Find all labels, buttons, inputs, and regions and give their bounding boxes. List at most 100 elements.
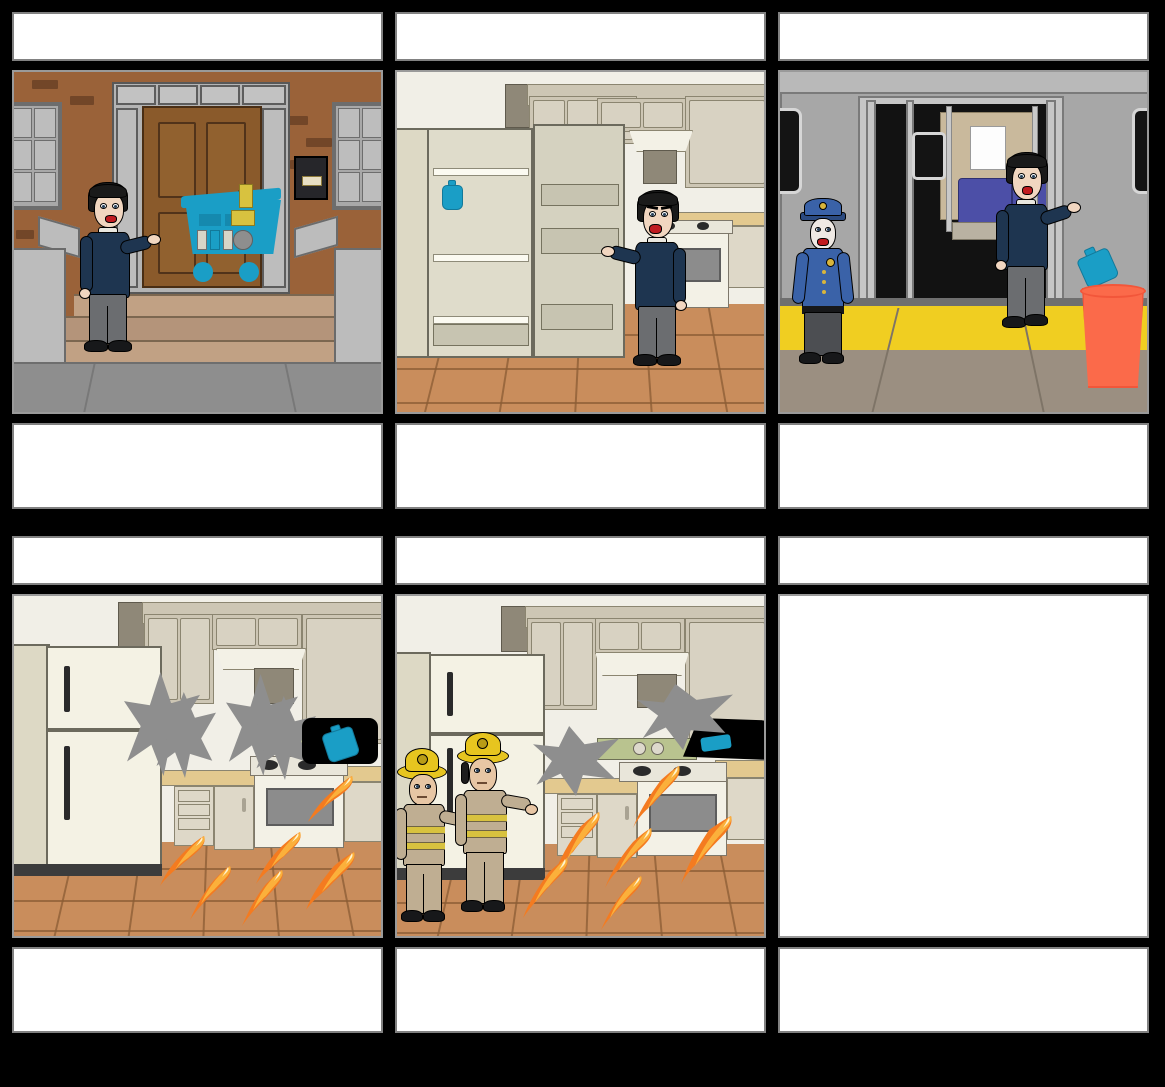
cell-4-panel[interactable] xyxy=(12,594,383,938)
transom-pane xyxy=(116,85,156,105)
scene-burning-kitchen-firefighters xyxy=(397,596,764,936)
fridge-handle-top[interactable] xyxy=(64,666,70,712)
fridge-handle-bottom[interactable] xyxy=(64,746,70,820)
reflective-stripe xyxy=(403,826,445,834)
loony-goony-pouch[interactable] xyxy=(442,180,464,210)
fridge-shelf xyxy=(433,316,529,324)
window-pane xyxy=(362,108,381,138)
trash-can[interactable] xyxy=(1082,288,1144,388)
arm-left xyxy=(80,236,93,292)
character-firefighter-2[interactable] xyxy=(455,730,538,916)
hand-right xyxy=(1067,202,1081,213)
mailbox-label xyxy=(302,176,322,186)
cell-4-caption-box[interactable] xyxy=(12,947,383,1033)
range-hood xyxy=(629,130,693,152)
cell-3-title-box[interactable] xyxy=(778,12,1149,61)
fridge-interior[interactable] xyxy=(427,128,533,358)
cell-2-caption-box[interactable] xyxy=(395,423,766,509)
cell-2-panel[interactable] xyxy=(395,70,766,414)
mouth xyxy=(477,782,487,784)
window-pane xyxy=(338,108,360,138)
drawer[interactable] xyxy=(178,804,210,816)
grocery-jar xyxy=(223,230,233,250)
storyboard-cell-2[interactable] xyxy=(395,12,766,509)
storyboard-cell-4[interactable] xyxy=(12,536,383,1033)
grocery-cereal xyxy=(231,210,255,226)
cabinet-door[interactable] xyxy=(641,622,681,650)
brick xyxy=(70,96,94,105)
pants-seam xyxy=(484,862,486,904)
train-pole xyxy=(946,106,952,232)
stove-knob[interactable] xyxy=(651,742,664,755)
storyboard-cell-3[interactable] xyxy=(778,12,1149,509)
trash-can-rim xyxy=(1080,284,1146,298)
storyboard-cell-1[interactable] xyxy=(12,12,383,509)
cell-5-title-box[interactable] xyxy=(395,536,766,585)
hair-front xyxy=(89,184,127,198)
pants-seam xyxy=(1025,278,1027,320)
cabinet-door[interactable] xyxy=(258,618,298,646)
character-mister-toussaint[interactable] xyxy=(992,152,1081,332)
cell-4-title-box[interactable] xyxy=(12,536,383,585)
hand-right xyxy=(525,804,538,815)
cabinet-door[interactable] xyxy=(563,622,593,706)
mouth xyxy=(1022,186,1033,195)
cell-3-panel[interactable] xyxy=(778,70,1149,414)
cell-1-caption-box[interactable] xyxy=(12,423,383,509)
floor-tile-line xyxy=(397,932,764,934)
cabinet-door[interactable] xyxy=(599,622,639,650)
fridge-door-open[interactable] xyxy=(533,124,625,358)
cabinet-door[interactable] xyxy=(689,100,764,184)
character-police-officer[interactable] xyxy=(791,196,855,368)
cell-5-caption-box[interactable] xyxy=(395,947,766,1033)
stove-knob[interactable] xyxy=(633,742,646,755)
hair-ponytail xyxy=(461,762,469,784)
cap-badge xyxy=(819,202,827,210)
cabinet-door[interactable] xyxy=(180,618,210,700)
cell-5-panel[interactable] xyxy=(395,594,766,938)
cell-3-caption-box[interactable] xyxy=(778,423,1149,509)
cell-6-title-box[interactable] xyxy=(778,536,1149,585)
uniform-button xyxy=(822,280,826,284)
cell-1-panel[interactable] xyxy=(12,70,383,414)
shopping-cart[interactable] xyxy=(169,184,289,296)
helmet-badge xyxy=(477,738,488,749)
door-edge-left xyxy=(866,100,876,300)
cabinet-door[interactable] xyxy=(216,618,256,646)
boot-left xyxy=(401,910,423,922)
storyboard-cell-5[interactable] xyxy=(395,536,766,1033)
fridge-handle-top[interactable] xyxy=(447,672,453,716)
arm-left xyxy=(455,794,467,846)
cell-2-title-box[interactable] xyxy=(395,12,766,61)
drawer[interactable] xyxy=(178,790,210,802)
character-mister-toussaint[interactable] xyxy=(601,190,693,368)
floor-tile-line xyxy=(14,930,381,932)
shoe-right xyxy=(1024,314,1048,326)
range-hood xyxy=(595,652,689,676)
door-panel xyxy=(158,122,196,198)
transom-pane xyxy=(158,85,198,105)
grocery-can xyxy=(210,230,220,250)
arm-left xyxy=(996,210,1009,264)
pupil-left xyxy=(1020,175,1023,178)
reflective-stripe xyxy=(403,842,445,850)
cell-6-panel[interactable] xyxy=(778,594,1149,938)
rail-right xyxy=(334,248,381,366)
reflective-stripe xyxy=(463,830,507,838)
counter-left xyxy=(160,770,260,786)
hand-right xyxy=(147,234,161,245)
legs-uniform xyxy=(804,312,842,356)
scene-subway-platform xyxy=(780,72,1147,412)
cell-6-caption-box[interactable] xyxy=(778,947,1149,1033)
character-mister-toussaint[interactable] xyxy=(74,182,161,352)
pouch-body xyxy=(442,185,463,210)
drawer[interactable] xyxy=(178,818,210,830)
cell-1-title-box[interactable] xyxy=(12,12,383,61)
cabinet-door[interactable] xyxy=(643,102,683,128)
base-cabinet-right[interactable] xyxy=(727,226,764,288)
pants-seam xyxy=(656,318,658,358)
mouth-angry xyxy=(649,224,662,234)
storyboard-row-1 xyxy=(12,12,1153,509)
base-cabinet[interactable] xyxy=(214,786,254,850)
storyboard-cell-6[interactable] xyxy=(778,536,1149,1033)
